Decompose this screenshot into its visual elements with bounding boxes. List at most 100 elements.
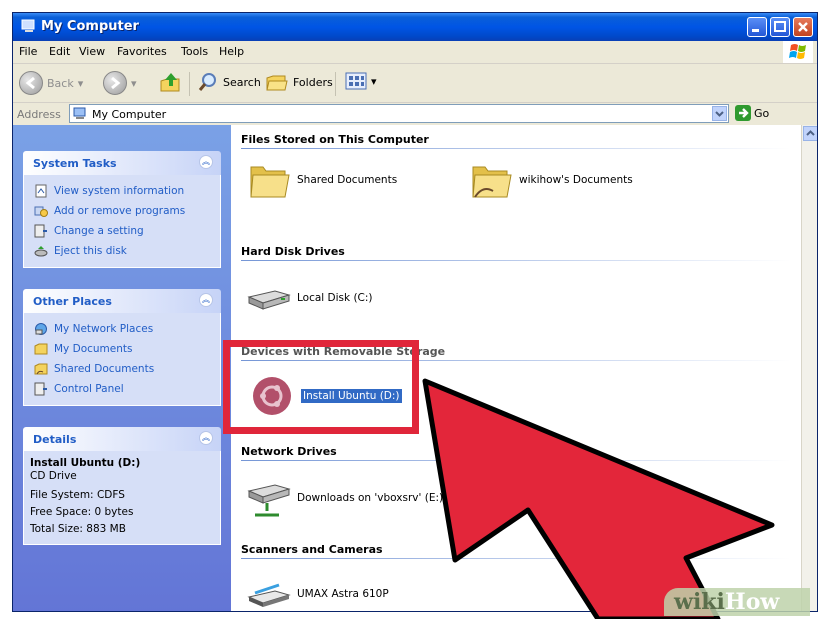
menu-view[interactable]: View xyxy=(79,45,105,58)
search-icon xyxy=(198,73,216,91)
item-label: Local Disk (C:) xyxy=(297,292,373,304)
title-bar[interactable]: My Computer xyxy=(13,13,817,41)
address-label: Address xyxy=(17,108,61,121)
views-grid-icon xyxy=(345,72,367,90)
menu-tools[interactable]: Tools xyxy=(181,45,208,58)
forward-button[interactable]: ▾ xyxy=(103,71,137,95)
other-places-body: My Network Places My Documents Shared Do… xyxy=(23,313,221,406)
task-label: Change a setting xyxy=(54,225,144,237)
back-arrow-icon xyxy=(19,71,43,95)
chevron-up-icon xyxy=(806,130,815,136)
details-free-space: Free Space: 0 bytes xyxy=(30,506,134,518)
forward-arrow-icon xyxy=(103,71,127,95)
scroll-up-button[interactable] xyxy=(803,126,817,141)
folders-button[interactable]: Folders xyxy=(265,71,333,93)
close-icon xyxy=(798,22,808,32)
other-places-title: Other Places xyxy=(33,295,112,308)
computer-icon xyxy=(21,19,35,32)
chevron-down-icon xyxy=(715,111,724,117)
network-places-icon xyxy=(35,323,47,335)
user-folder-icon xyxy=(472,166,512,198)
item-label: Downloads on 'vboxsrv' (E:) xyxy=(297,492,444,504)
section-scanners-cameras: Scanners and Cameras xyxy=(241,543,383,556)
section-hard-disk-drives: Hard Disk Drives xyxy=(241,245,345,258)
my-documents-icon xyxy=(34,343,48,355)
scanner-icon xyxy=(247,583,291,607)
address-value: My Computer xyxy=(92,108,167,121)
item-umax-scanner[interactable]: UMAX Astra 610P xyxy=(245,571,389,611)
search-label: Search xyxy=(223,75,261,89)
maximize-button[interactable] xyxy=(770,17,790,37)
go-button[interactable]: Go xyxy=(735,105,769,121)
folder-icon xyxy=(250,166,290,198)
add-remove-programs-icon xyxy=(34,206,48,217)
task-change-setting[interactable]: Change a setting xyxy=(34,221,210,241)
toolbar-separator xyxy=(335,72,336,96)
task-label: View system information xyxy=(54,185,185,197)
folders-label: Folders xyxy=(293,75,333,89)
close-button[interactable] xyxy=(793,17,813,37)
collapse-chevron-icon[interactable]: ︽ xyxy=(199,293,213,307)
menu-file[interactable]: File xyxy=(19,45,37,58)
section-divider xyxy=(241,148,791,149)
section-divider xyxy=(241,460,791,461)
maximize-icon xyxy=(774,21,786,32)
back-label: Back xyxy=(47,76,74,90)
task-eject-disk[interactable]: Eject this disk xyxy=(34,241,210,261)
item-label: UMAX Astra 610P xyxy=(297,588,389,600)
menu-edit[interactable]: Edit xyxy=(49,45,70,58)
control-panel-icon xyxy=(34,382,47,396)
explorer-window: My Computer File Edit View Favorites Too… xyxy=(12,12,818,612)
minimize-button[interactable] xyxy=(747,17,767,37)
item-label: wikihow's Documents xyxy=(519,174,633,186)
place-shared-documents[interactable]: Shared Documents xyxy=(34,359,210,379)
go-arrow-icon xyxy=(735,105,751,121)
item-shared-documents[interactable]: Shared Documents xyxy=(245,157,397,203)
place-label: My Network Places xyxy=(54,323,154,335)
network-drive-icon xyxy=(247,484,291,517)
task-pane: System Tasks ︽ View system information A… xyxy=(13,125,231,611)
item-wikihow-documents[interactable]: wikihow's Documents xyxy=(467,157,633,203)
menu-help[interactable]: Help xyxy=(219,45,244,58)
window-title: My Computer xyxy=(41,19,139,34)
address-input[interactable]: My Computer xyxy=(69,104,729,123)
task-view-system-information[interactable]: View system information xyxy=(34,181,210,201)
other-places-header[interactable]: Other Places ︽ xyxy=(23,289,221,313)
search-button[interactable]: Search xyxy=(197,71,261,93)
details-type: CD Drive xyxy=(30,470,77,482)
item-local-disk-c[interactable]: Local Disk (C:) xyxy=(245,275,373,321)
windows-flag-icon xyxy=(789,44,806,59)
vertical-scrollbar[interactable] xyxy=(801,125,817,611)
place-control-panel[interactable]: Control Panel xyxy=(34,379,210,399)
up-folder-button[interactable] xyxy=(159,71,183,95)
system-tasks-body: View system information Add or remove pr… xyxy=(23,175,221,268)
hard-drive-icon xyxy=(247,290,291,310)
item-network-drive-e[interactable]: Downloads on 'vboxsrv' (E:) xyxy=(245,475,443,521)
other-places-panel: Other Places ︽ My Network Places My Docu… xyxy=(23,289,221,406)
section-divider xyxy=(241,558,791,559)
collapse-chevron-icon[interactable]: ︽ xyxy=(199,431,213,445)
task-label: Eject this disk xyxy=(54,245,127,257)
system-tasks-header[interactable]: System Tasks ︽ xyxy=(23,151,221,175)
menu-favorites[interactable]: Favorites xyxy=(117,45,167,58)
task-add-remove-programs[interactable]: Add or remove programs xyxy=(34,201,210,221)
shared-folder-icon xyxy=(34,363,48,375)
menu-bar: File Edit View Favorites Tools Help xyxy=(13,41,817,64)
task-label: Add or remove programs xyxy=(54,205,186,217)
place-my-network-places[interactable]: My Network Places xyxy=(34,319,210,339)
address-dropdown-button[interactable] xyxy=(712,106,727,121)
folders-icon xyxy=(266,75,288,91)
place-my-documents[interactable]: My Documents xyxy=(34,339,210,359)
watermark-part2: How xyxy=(724,589,780,615)
watermark-part1: wiki xyxy=(674,589,725,615)
back-dropdown-icon: ▾ xyxy=(77,76,84,90)
collapse-chevron-icon[interactable]: ︽ xyxy=(199,155,213,169)
go-label: Go xyxy=(754,106,770,120)
back-button[interactable]: Back ▾ xyxy=(19,71,83,95)
address-bar: Address My Computer Go xyxy=(13,103,817,125)
place-label: Shared Documents xyxy=(54,363,155,375)
minimize-icon xyxy=(752,29,759,32)
views-button[interactable]: ▾ xyxy=(345,71,377,91)
toolbar: Back ▾ ▾ Search Folders ▾ xyxy=(13,64,817,103)
details-header[interactable]: Details ︽ xyxy=(23,427,221,451)
